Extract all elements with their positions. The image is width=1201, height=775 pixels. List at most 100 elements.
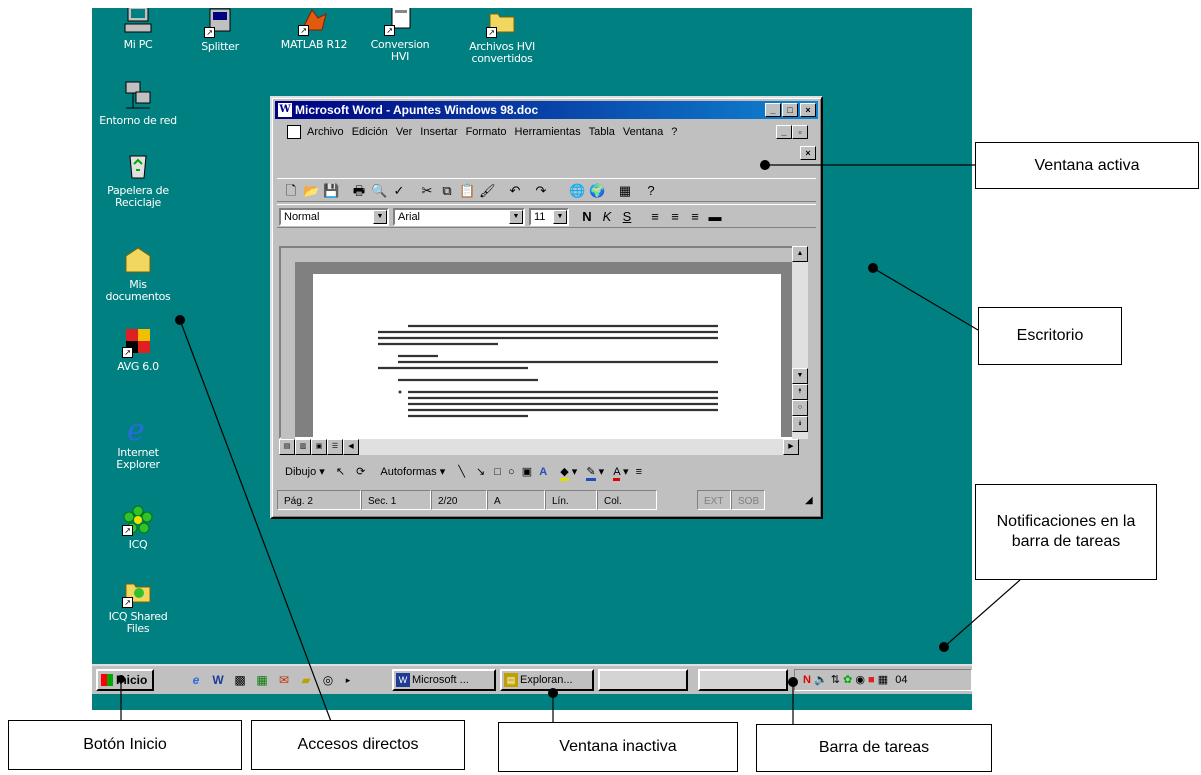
maximize-button[interactable]: □ [782,103,798,117]
desktop-icon-mi-pc[interactable]: Mi PC [92,8,184,51]
desktop-icon-matlab[interactable]: ↗ MATLAB R12 [268,8,360,51]
desktop-icon-icq[interactable]: ↗ ICQ [92,504,184,551]
spelling-icon[interactable]: ✓ [391,183,407,199]
page-view-button[interactable]: ▣ [311,439,327,455]
task-button-microsoft-word[interactable]: W Microsoft ... [392,669,496,691]
desktop-icon-internet-explorer[interactable]: e Internet Explorer [92,412,184,471]
cut-icon[interactable]: ✂ [419,183,435,199]
justify-icon[interactable]: ▬ [707,209,723,225]
autoshapes-menu[interactable]: Autoformas [380,466,436,478]
quicklaunch-excel-icon[interactable]: ▦ [254,672,270,688]
copy-icon[interactable]: ⧉ [439,183,455,199]
desktop-icon-archivos-hvi[interactable]: ↗ Archivos HVI convertidos [456,8,548,65]
web-view-button[interactable]: ▥ [295,439,311,455]
select-browse-object-button[interactable]: ○ [792,400,808,416]
dropdown-arrow-icon[interactable]: ▼ [373,210,387,224]
start-button[interactable]: Inicio [96,669,154,691]
dropdown-arrow-icon[interactable]: ▼ [553,210,567,224]
desktop-icon-papelera[interactable]: Papelera de Reciclaje [92,150,184,209]
wordart-icon[interactable]: A [539,466,547,478]
dropdown-arrow-icon[interactable]: ▼ [509,210,523,224]
quicklaunch-folder-icon[interactable]: ▰ [298,672,314,688]
task-button-empty[interactable] [598,669,688,691]
tray-norton-icon[interactable]: N [803,674,811,686]
draw-menu[interactable]: Dibujo [285,466,316,478]
tray-network-icon[interactable]: ⇅ [831,674,840,686]
line-icon[interactable]: ╲ [458,466,465,478]
font-select[interactable]: Arial ▼ [393,208,525,226]
word-titlebar[interactable]: W Microsoft Word - Apuntes Windows 98.do… [275,101,818,119]
tray-volume-icon[interactable]: 🔈 [814,674,828,686]
quicklaunch-ie-icon[interactable]: e [188,672,204,688]
normal-view-button[interactable]: ▤ [279,439,295,455]
underline-icon[interactable]: S [619,209,635,225]
line-color-icon[interactable]: ✎ [586,466,596,481]
resize-grip-icon[interactable]: ◢ [799,490,819,510]
menu-archivo[interactable]: Archivo [307,126,344,138]
scroll-right-button[interactable]: ▶ [783,439,799,455]
quicklaunch-media-icon[interactable]: ◎ [320,672,336,688]
desktop-icon-entorno-de-red[interactable]: Entorno de red [92,80,184,127]
print-icon[interactable]: 🖶 [351,183,367,199]
document-area[interactable] [279,246,801,442]
web-toolbar-icon[interactable]: 🌍 [589,183,605,199]
align-right-icon[interactable]: ≡ [687,209,703,225]
table-icon[interactable]: ▦ [617,183,633,199]
hyperlink-icon[interactable]: 🌐 [569,183,585,199]
tray-clock[interactable]: 04 [895,674,907,686]
save-icon[interactable]: 💾 [323,183,339,199]
italic-icon[interactable]: K [599,209,615,225]
align-left-icon[interactable]: ≡ [647,209,663,225]
rotate-icon[interactable]: ⟳ [356,466,365,478]
style-select[interactable]: Normal ▼ [279,208,389,226]
minimize-button[interactable]: _ [765,103,781,117]
desktop-icon-splitter[interactable]: ↗ Splitter [174,8,266,53]
tray-misc-icon[interactable]: ▦ [878,674,888,686]
rectangle-icon[interactable]: □ [494,466,501,478]
task-button-explorer[interactable]: ▤ Exploran... [500,669,594,691]
menu-edicion[interactable]: Edición [352,126,388,138]
word-window[interactable]: W Microsoft Word - Apuntes Windows 98.do… [270,96,823,519]
redo-icon[interactable]: ↷ [533,183,549,199]
arrow-icon[interactable]: ↘ [476,466,485,478]
undo-icon[interactable]: ↶ [507,183,523,199]
quicklaunch-explorer-icon[interactable]: ▩ [232,672,248,688]
scroll-down-button[interactable]: ▼ [792,368,808,384]
task-button-empty[interactable] [698,669,788,691]
document-page[interactable] [313,274,781,442]
menu-formato[interactable]: Formato [466,126,507,138]
menu-ayuda[interactable]: ? [671,126,677,138]
desktop-icon-avg[interactable]: ↗ AVG 6.0 [92,326,184,373]
doc-close-button[interactable]: × [800,146,816,160]
print-preview-icon[interactable]: 🔍 [371,183,387,199]
doc-restore-button[interactable]: ▫ [792,125,808,139]
tray-icq-icon[interactable]: ✿ [843,674,852,686]
outline-view-button[interactable]: ☰ [327,439,343,455]
quicklaunch-more-icon[interactable]: ▸ [340,672,356,688]
menu-herramientas[interactable]: Herramientas [515,126,581,138]
help-icon[interactable]: ? [643,183,659,199]
tray-app-icon[interactable]: ◉ [855,674,865,686]
menu-insertar[interactable]: Insertar [420,126,457,138]
paste-icon[interactable]: 📋 [459,183,475,199]
line-style-icon[interactable]: ≡ [636,466,642,478]
document-icon[interactable] [287,125,301,140]
desktop-icon-mis-documentos[interactable]: Mis documentos [92,244,184,303]
oval-icon[interactable]: ○ [508,466,515,478]
vertical-scrollbar[interactable]: ▲ ▼ ⯭ ○ ⯯ [792,246,808,439]
tray-avg-icon[interactable]: ■ [868,674,875,686]
close-button[interactable]: × [800,103,816,117]
size-select[interactable]: 11 ▼ [529,208,569,226]
scroll-up-button[interactable]: ▲ [792,246,808,262]
open-folder-icon[interactable]: 📂 [303,183,319,199]
bold-icon[interactable]: N [579,209,595,225]
next-page-button[interactable]: ⯯ [792,416,808,432]
align-center-icon[interactable]: ≡ [667,209,683,225]
desktop-icon-icq-shared-files[interactable]: ↗ ICQ Shared Files [92,576,184,635]
quicklaunch-word-icon[interactable]: W [210,672,226,688]
doc-minimize-button[interactable]: _ [776,125,792,139]
menu-ver[interactable]: Ver [396,126,413,138]
quicklaunch-outlook-icon[interactable]: ✉ [276,672,292,688]
scroll-left-button[interactable]: ◀ [343,439,359,455]
select-objects-icon[interactable]: ↖ [336,466,345,478]
